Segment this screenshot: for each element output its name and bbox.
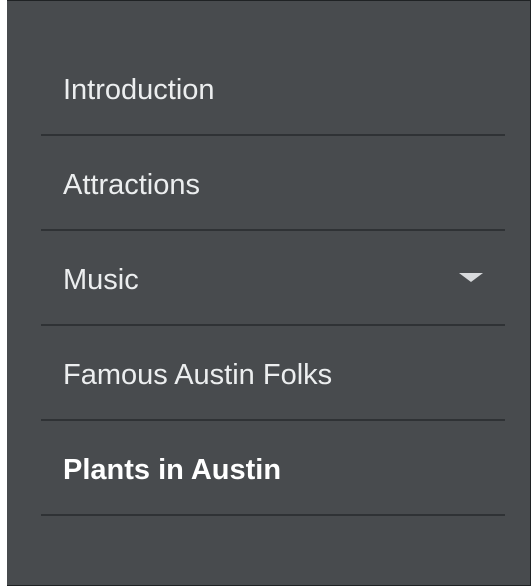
sidebar-item-attractions[interactable]: Attractions bbox=[41, 136, 505, 231]
sidebar-nav-panel: Introduction Attractions Music Famous Au… bbox=[0, 0, 531, 586]
sidebar-item-label: Plants in Austin bbox=[63, 454, 282, 486]
sidebar-item-famous-austin-folks[interactable]: Famous Austin Folks bbox=[41, 326, 505, 421]
sidebar-item-label: Famous Austin Folks bbox=[63, 359, 333, 391]
sidebar-item-label: Attractions bbox=[63, 169, 200, 201]
sidebar-item-music[interactable]: Music bbox=[41, 231, 505, 326]
sidebar-item-label: Introduction bbox=[63, 74, 215, 106]
chevron-down-icon[interactable] bbox=[459, 273, 483, 282]
sidebar-item-plants-in-austin[interactable]: Plants in Austin bbox=[41, 421, 505, 516]
left-edge-strip bbox=[0, 0, 7, 586]
sidebar-nav-list: Introduction Attractions Music Famous Au… bbox=[41, 41, 505, 516]
sidebar-item-label: Music bbox=[63, 264, 139, 296]
sidebar-item-introduction[interactable]: Introduction bbox=[41, 41, 505, 136]
